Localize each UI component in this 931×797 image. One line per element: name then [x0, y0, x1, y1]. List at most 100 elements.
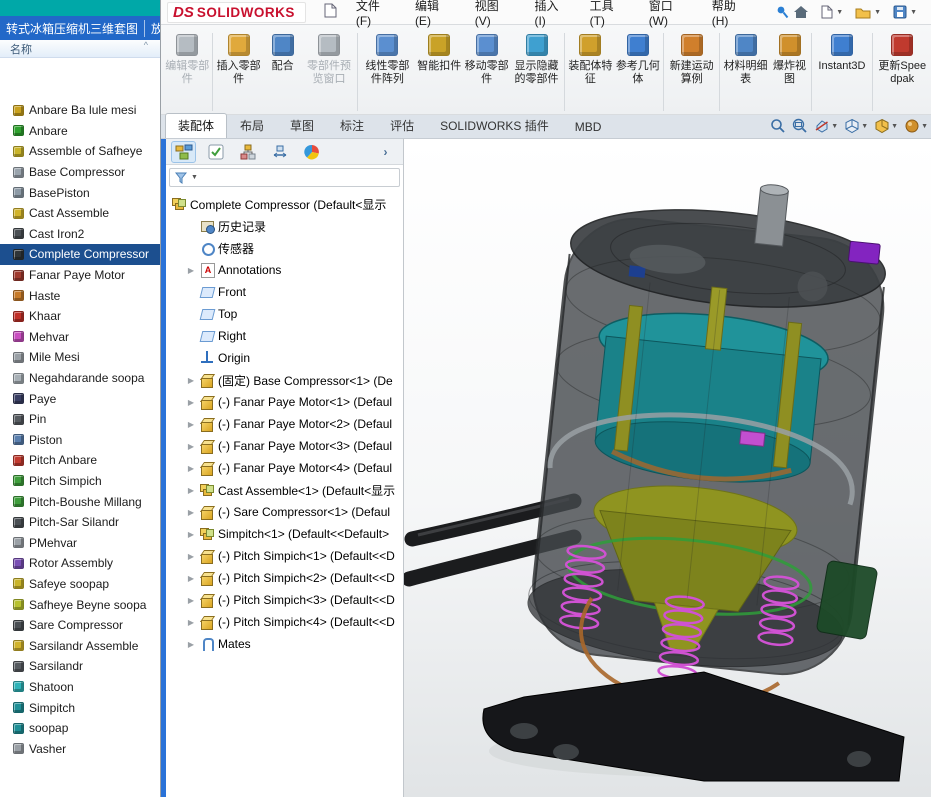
tree-item[interactable]: ▶(-) Pitch Simpich<3> (Default<<D — [166, 589, 403, 611]
open-icon[interactable]: ▼ — [855, 6, 881, 19]
file-item-selected[interactable]: Complete Compressor — [0, 244, 160, 265]
reference-geometry-button[interactable]: 参考几何体 — [615, 30, 661, 89]
smart-fasteners-button[interactable]: 智能扣件 — [416, 30, 462, 77]
home-icon[interactable] — [793, 5, 809, 19]
expand-arrow-icon[interactable]: ▶ — [186, 464, 196, 473]
tree-item[interactable]: Right — [166, 325, 403, 347]
menu-help[interactable]: 帮助(H) — [703, 0, 761, 31]
assembly-features-button[interactable]: 装配体特征 — [567, 30, 613, 89]
zoom-fit-icon[interactable] — [770, 118, 786, 134]
save-icon[interactable]: ▼ — [893, 5, 917, 19]
update-speedpak-button[interactable]: 更新Speedpak — [875, 30, 930, 89]
file-item[interactable]: Sarsilandr Assemble — [0, 635, 160, 656]
tree-item[interactable]: 历史记录 — [166, 215, 403, 237]
expand-arrow-icon[interactable]: ▶ — [186, 398, 196, 407]
file-item[interactable]: soopap — [0, 718, 160, 739]
tree-item[interactable]: Top — [166, 303, 403, 325]
file-item[interactable]: Anbare — [0, 121, 160, 142]
expand-arrow-icon[interactable]: ▶ — [186, 552, 196, 561]
menu-edit[interactable]: 编辑(E) — [406, 0, 464, 31]
pin-menu-icon[interactable] — [775, 5, 789, 19]
tree-item[interactable]: ▶(-) Pitch Simpich<1> (Default<<D — [166, 545, 403, 567]
tree-root-assembly[interactable]: Complete Compressor (Default<显示 — [166, 193, 403, 215]
file-item[interactable]: Rotor Assembly — [0, 553, 160, 574]
expand-arrow-icon[interactable]: ▶ — [186, 508, 196, 517]
menu-file[interactable]: 文件(F) — [347, 0, 404, 31]
instant3d-button[interactable]: Instant3D — [814, 30, 869, 77]
insert-component-button[interactable]: 插入零部件 — [215, 30, 261, 89]
file-item[interactable]: Paye — [0, 388, 160, 409]
file-item[interactable]: Negahdarande soopa — [0, 368, 160, 389]
tree-item[interactable]: ▶(-) Fanar Paye Motor<1> (Defaul — [166, 391, 403, 413]
mate-button[interactable]: 配合 — [263, 30, 303, 77]
file-item[interactable]: Pin — [0, 409, 160, 430]
tab-layout[interactable]: 布局 — [227, 113, 277, 138]
tree-item[interactable]: Origin — [166, 347, 403, 369]
show-hidden-components-button[interactable]: 显示隐藏的零部件 — [511, 30, 562, 89]
zoom-area-icon[interactable] — [792, 118, 808, 134]
tree-item[interactable]: ▶Annotations — [166, 259, 403, 281]
view-orientation-icon[interactable]: ▼ — [844, 118, 868, 134]
bill-of-materials-button[interactable]: 材料明细表 — [722, 30, 768, 89]
tree-filter-bar[interactable]: ▼ — [169, 168, 400, 187]
file-item[interactable]: PMehvar — [0, 532, 160, 553]
tree-item[interactable]: 传感器 — [166, 237, 403, 259]
file-item[interactable]: BasePiston — [0, 182, 160, 203]
menu-window[interactable]: 窗口(W) — [640, 0, 701, 31]
tree-item[interactable]: ▶Mates — [166, 633, 403, 655]
tree-item[interactable]: ▶(-) Pitch Simpich<2> (Default<<D — [166, 567, 403, 589]
tree-item[interactable]: Front — [166, 281, 403, 303]
new-motion-study-button[interactable]: 新建运动算例 — [666, 30, 717, 89]
panel-expand-chevron[interactable]: › — [373, 141, 398, 163]
tree-item[interactable]: ▶(-) Fanar Paye Motor<2> (Defaul — [166, 413, 403, 435]
tree-item[interactable]: ▶(-) Sare Compressor<1> (Defaul — [166, 501, 403, 523]
file-item[interactable]: Pitch Anbare — [0, 450, 160, 471]
column-header-name[interactable]: 名称 ^ — [0, 40, 160, 58]
appearance-icon[interactable]: ▼ — [904, 118, 928, 134]
expand-arrow-icon[interactable]: ▶ — [186, 266, 196, 275]
expand-arrow-icon[interactable]: ▶ — [186, 596, 196, 605]
file-item[interactable]: Vasher — [0, 738, 160, 759]
file-item[interactable]: Sarsilandr — [0, 656, 160, 677]
file-item[interactable]: Sare Compressor — [0, 615, 160, 636]
file-item[interactable]: Pitch Simpich — [0, 471, 160, 492]
file-item[interactable]: Cast Assemble — [0, 203, 160, 224]
menu-view[interactable]: 视图(V) — [466, 0, 524, 31]
expand-arrow-icon[interactable]: ▶ — [186, 640, 196, 649]
featuremanager-tab[interactable] — [171, 141, 196, 163]
move-component-button[interactable]: 移动零部件 — [463, 30, 509, 89]
tree-item[interactable]: ▶(-) Fanar Paye Motor<4> (Defaul — [166, 457, 403, 479]
configurationmanager-tab[interactable] — [235, 141, 260, 163]
expand-arrow-icon[interactable]: ▶ — [186, 618, 196, 627]
file-item[interactable]: Anbare Ba lule mesi — [0, 100, 160, 121]
file-item[interactable]: Mile Mesi — [0, 347, 160, 368]
file-item[interactable]: Safeye soopap — [0, 574, 160, 595]
graphics-viewport[interactable] — [404, 139, 931, 797]
file-item[interactable]: Assemble of Safheye — [0, 141, 160, 162]
expand-arrow-icon[interactable]: ▶ — [186, 574, 196, 583]
file-item[interactable]: Base Compressor — [0, 162, 160, 183]
expand-arrow-icon[interactable]: ▶ — [186, 530, 196, 539]
file-item[interactable]: Fanar Paye Motor — [0, 265, 160, 286]
tab-assembly[interactable]: 装配体 — [165, 113, 227, 138]
tree-item[interactable]: ▶(固定) Base Compressor<1> (De — [166, 369, 403, 391]
tree-item[interactable]: ▶Simpitch<1> (Default<<Default> — [166, 523, 403, 545]
file-item[interactable]: Piston — [0, 430, 160, 451]
tab-solidworks-addins[interactable]: SOLIDWORKS 插件 — [427, 113, 562, 138]
file-item[interactable]: Simpitch — [0, 697, 160, 718]
file-item[interactable]: Mehvar — [0, 327, 160, 348]
tab-sketch[interactable]: 草图 — [277, 113, 327, 138]
compressor-model[interactable] — [404, 139, 931, 797]
file-item[interactable]: Khaar — [0, 306, 160, 327]
display-style-icon[interactable]: ▼ — [874, 118, 898, 134]
expand-arrow-icon[interactable]: ▶ — [186, 376, 196, 385]
dimxpertmanager-tab[interactable] — [267, 141, 292, 163]
menu-insert[interactable]: 插入(I) — [525, 0, 578, 31]
linear-component-pattern-button[interactable]: 线性零部件阵列 — [360, 30, 415, 89]
section-view-icon[interactable]: ▼ — [814, 118, 838, 134]
file-item[interactable]: Safheye Beyne soopa — [0, 594, 160, 615]
new-document-icon[interactable]: ▼ — [821, 5, 843, 19]
tab-annotation[interactable]: 标注 — [327, 113, 377, 138]
file-item[interactable]: Haste — [0, 285, 160, 306]
exploded-view-button[interactable]: 爆炸视图 — [770, 30, 810, 89]
